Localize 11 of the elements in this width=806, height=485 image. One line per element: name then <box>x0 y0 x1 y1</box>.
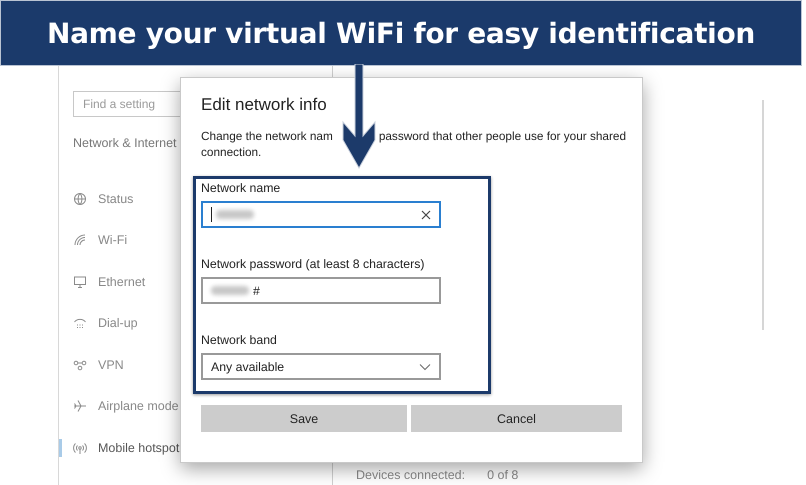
description-text: password that other people use for your shared <box>378 128 626 144</box>
description-text: connection. <box>201 144 262 160</box>
banner-title: Name your virtual WiFi for easy identification <box>0 0 802 66</box>
dialog-title: Edit network info <box>201 95 328 115</box>
section-heading: Network & Internet <box>73 136 177 150</box>
field-label: Network password (at least 8 characters) <box>201 257 424 271</box>
devices-label: Devices connected: <box>356 468 466 482</box>
field-label: Network name <box>201 181 280 195</box>
field-label: Network band <box>201 333 277 347</box>
devices-value: 0 of 8 <box>487 468 518 482</box>
description-text: Change the network nam <box>201 128 333 144</box>
